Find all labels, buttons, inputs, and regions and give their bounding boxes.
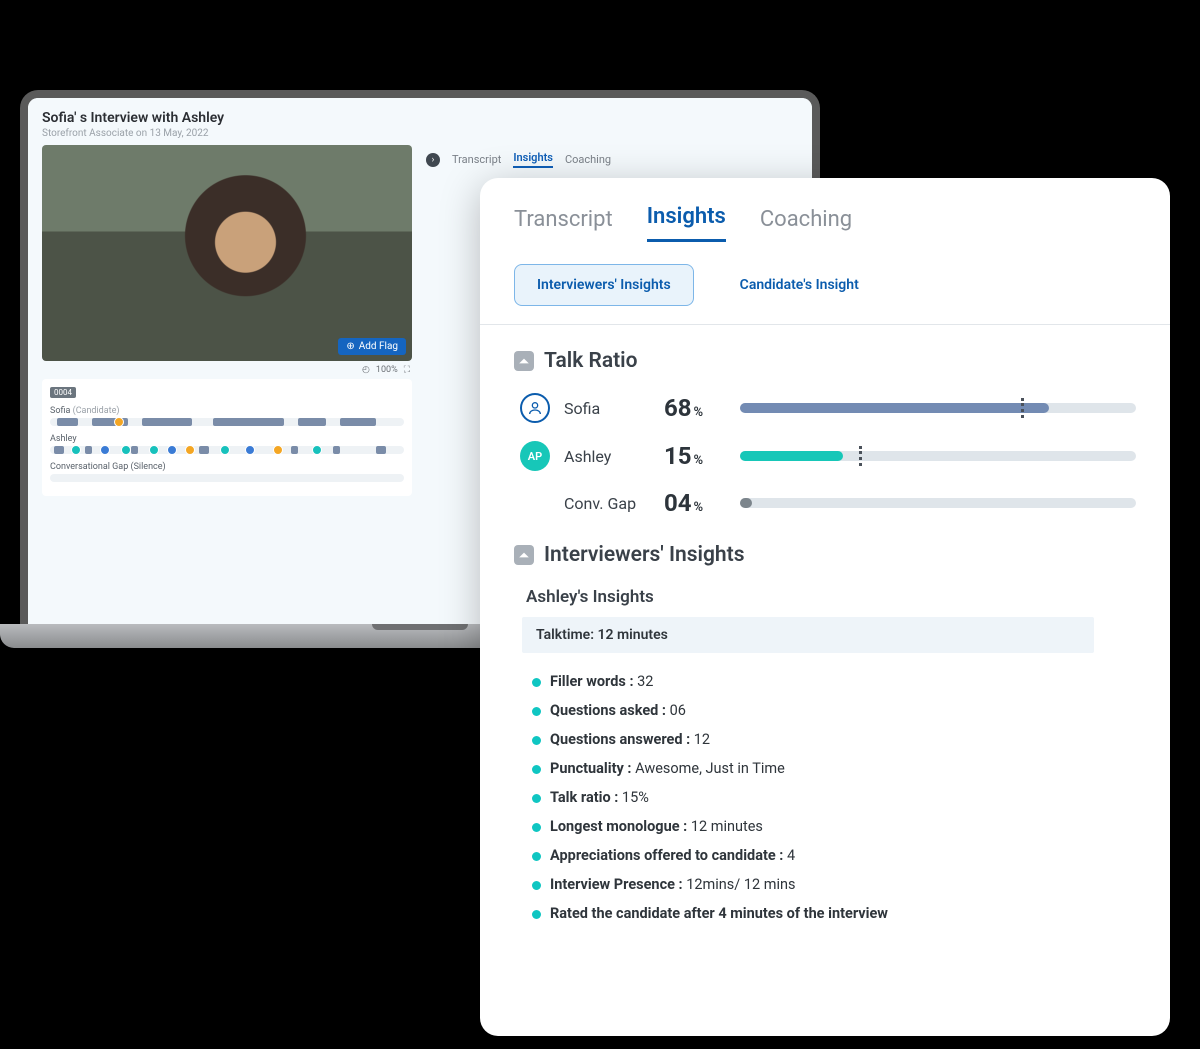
user-icon: [520, 393, 550, 423]
tab-transcript[interactable]: Transcript: [514, 207, 613, 242]
interviewers-insights-button[interactable]: Interviewers' Insights: [514, 264, 694, 306]
talk-value-gap: 04: [664, 489, 692, 517]
expand-icon[interactable]: ⛶: [404, 365, 410, 375]
list-item: Appreciations offered to candidate : 4: [532, 841, 1136, 870]
interviewers-insights-header[interactable]: Interviewers' Insights: [514, 543, 1136, 567]
list-item: Questions asked : 06: [532, 696, 1136, 725]
talk-row-sofia: Sofia 68%: [520, 393, 1136, 423]
insights-panel: Transcript Insights Coaching Interviewer…: [480, 178, 1170, 1036]
timeline-candidate-name: Sofia: [50, 406, 70, 416]
video-thumbnail[interactable]: ⊕ Add Flag: [42, 145, 412, 361]
insight-list: Filler words : 32 Questions asked : 06 Q…: [532, 667, 1136, 928]
list-item: Rated the candidate after 4 minutes of t…: [532, 899, 1136, 928]
avatar: AP: [520, 441, 550, 471]
talk-name-gap: Conv. Gap: [564, 494, 650, 513]
tab-insights[interactable]: Insights: [647, 204, 726, 242]
talk-ratio-header[interactable]: Talk Ratio: [514, 349, 1136, 373]
talk-name-ashley: Ashley: [564, 447, 650, 466]
timeline-track-gap[interactable]: [50, 474, 404, 482]
add-flag-label: Add Flag: [359, 341, 398, 352]
talk-bar-sofia: [740, 403, 1136, 413]
talk-value-sofia: 68: [664, 394, 692, 422]
timeline-gap-label: Conversational Gap (Silence): [50, 462, 404, 472]
app-header: Sofia' s Interview with Ashley Storefron…: [28, 110, 812, 145]
timeline-panel: 0004 Sofia (Candidate): [42, 379, 412, 496]
timeline-row-gap: Conversational Gap (Silence): [50, 462, 404, 482]
interviewers-insights-title: Interviewers' Insights: [544, 543, 745, 567]
marker-icon: [1021, 398, 1024, 418]
chevron-up-icon[interactable]: [514, 351, 534, 371]
talk-ratio-title: Talk Ratio: [544, 349, 638, 373]
time-tag: 0004: [50, 387, 76, 398]
insight-subhead: Ashley's Insights: [526, 587, 1136, 607]
tab-small-transcript[interactable]: Transcript: [452, 153, 501, 166]
list-item: Interview Presence : 12mins/ 12 mins: [532, 870, 1136, 899]
marker-icon: [859, 446, 862, 466]
talk-bar-gap: [740, 498, 1136, 508]
list-item: Longest monologue : 12 minutes: [532, 812, 1136, 841]
list-item: Punctuality : Awesome, Just in Time: [532, 754, 1136, 783]
timeline-track-candidate[interactable]: [50, 418, 404, 426]
percent-label: %: [694, 405, 704, 420]
candidate-insight-link[interactable]: Candidate's Insight: [740, 277, 859, 293]
timeline-track-interviewer[interactable]: [50, 446, 404, 454]
list-item: Filler words : 32: [532, 667, 1136, 696]
tab-coaching[interactable]: Coaching: [760, 207, 852, 242]
chevron-up-icon[interactable]: [514, 545, 534, 565]
timeline-row-interviewer: Ashley: [50, 434, 404, 454]
main-tabs: Transcript Insights Coaching: [514, 204, 1136, 242]
talk-value-ashley: 15: [664, 442, 692, 470]
list-item: Talk ratio : 15%: [532, 783, 1136, 812]
timeline-interviewer-name: Ashley: [50, 434, 404, 444]
talk-row-gap: Conv. Gap 04%: [520, 489, 1136, 517]
clock-icon: ◴: [362, 365, 370, 375]
percent-label: %: [694, 500, 704, 515]
plus-icon: ⊕: [346, 341, 354, 352]
talk-row-ashley: AP Ashley 15%: [520, 441, 1136, 471]
divider: [480, 324, 1170, 325]
zoom-level: 100%: [376, 365, 398, 375]
timeline-row-candidate: Sofia (Candidate): [50, 406, 404, 426]
talk-name-sofia: Sofia: [564, 399, 650, 418]
page-title: Sofia' s Interview with Ashley: [42, 110, 798, 126]
zoom-bar: ◴ 100% ⛶: [42, 361, 412, 379]
timeline-candidate-role: (Candidate): [73, 406, 120, 416]
talktime-bar: Talktime: 12 minutes: [522, 617, 1094, 653]
list-item: Questions answered : 12: [532, 725, 1136, 754]
talk-bar-ashley: [740, 451, 1136, 461]
percent-label: %: [694, 453, 704, 468]
collapse-icon[interactable]: ›: [426, 153, 440, 167]
page-subtitle: Storefront Associate on 13 May, 2022: [42, 128, 798, 139]
add-flag-button[interactable]: ⊕ Add Flag: [338, 338, 406, 355]
tab-small-coaching[interactable]: Coaching: [565, 153, 611, 166]
tab-small-insights[interactable]: Insights: [513, 151, 553, 168]
